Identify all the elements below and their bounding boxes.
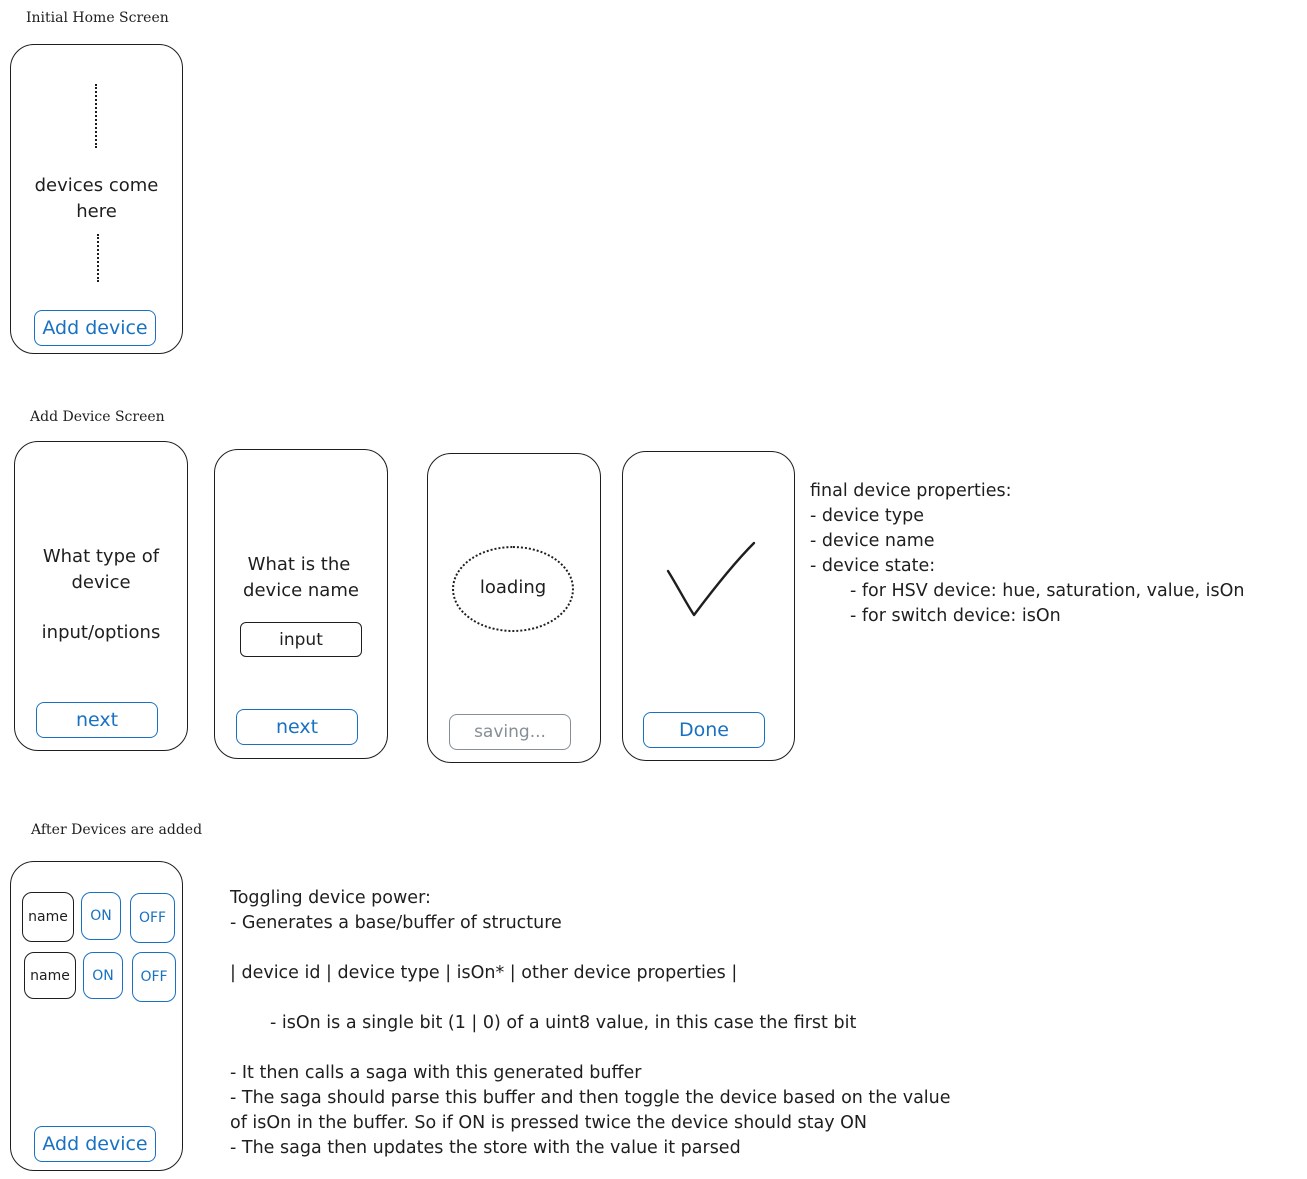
toggle-note-line: | device id | device type | isOn* | othe… — [230, 963, 738, 983]
device-off-button[interactable]: OFF — [132, 952, 176, 1002]
toggle-notes: Toggling device power: - Generates a bas… — [230, 886, 951, 1161]
device-properties-notes: final device properties: - device type -… — [810, 479, 1244, 629]
toggle-note-line: - The saga should parse this buffer and … — [230, 1088, 951, 1108]
placeholder-line-2: here — [76, 201, 117, 222]
toggle-note-line — [230, 986, 951, 1011]
loading-label: loading — [479, 577, 547, 598]
section-title-after: After Devices are added — [31, 822, 203, 838]
step1-input-options[interactable]: input/options — [14, 622, 188, 643]
properties-note-line: - for HSV device: hue, saturation, value… — [850, 581, 1245, 601]
step1-question-line-2: device — [71, 572, 131, 593]
placeholder-line-1: devices come — [34, 175, 159, 196]
properties-note-line: - device name — [810, 531, 935, 551]
checkmark-icon — [666, 541, 756, 617]
toggle-note-line: Toggling device power: — [230, 888, 431, 908]
device-name-input[interactable]: input — [240, 622, 362, 657]
device-name-box: name — [24, 952, 76, 999]
step1-question-line-1: What type of — [42, 546, 160, 567]
add-device-button[interactable]: Add device — [34, 310, 156, 346]
step2-question-line-1: What is the — [247, 554, 351, 575]
toggle-note-line: - isOn is a single bit (1 | 0) of a uint… — [270, 1013, 857, 1033]
section-title-add-device: Add Device Screen — [30, 409, 165, 425]
step2-next-button[interactable]: next — [236, 709, 358, 745]
toggle-note-line: of isOn in the buffer. So if ON is press… — [230, 1113, 868, 1133]
toggle-note-line — [230, 1036, 951, 1061]
saving-button: saving... — [449, 714, 571, 750]
step1-next-button[interactable]: next — [36, 702, 158, 738]
dotted-line-top — [95, 84, 97, 148]
add-device-button[interactable]: Add device — [34, 1126, 156, 1162]
properties-note-line: final device properties: — [810, 481, 1012, 501]
toggle-note-line: - The saga then updates the store with t… — [230, 1138, 741, 1158]
step2-question-line-2: device name — [243, 580, 359, 601]
section-title-home: Initial Home Screen — [26, 10, 169, 26]
device-on-button[interactable]: ON — [81, 892, 121, 940]
device-off-button[interactable]: OFF — [130, 893, 175, 943]
done-button[interactable]: Done — [643, 712, 765, 748]
properties-note-line: - device state: — [810, 556, 936, 576]
properties-note-line: - for switch device: isOn — [850, 606, 1061, 626]
device-name-box: name — [22, 892, 74, 942]
toggle-note-line: - Generates a base/buffer of structure — [230, 913, 562, 933]
device-on-button[interactable]: ON — [83, 952, 123, 999]
properties-note-line: - device type — [810, 506, 925, 526]
toggle-note-line — [230, 936, 951, 961]
toggle-note-line: - It then calls a saga with this generat… — [230, 1063, 642, 1083]
dotted-line-bottom — [97, 234, 99, 282]
